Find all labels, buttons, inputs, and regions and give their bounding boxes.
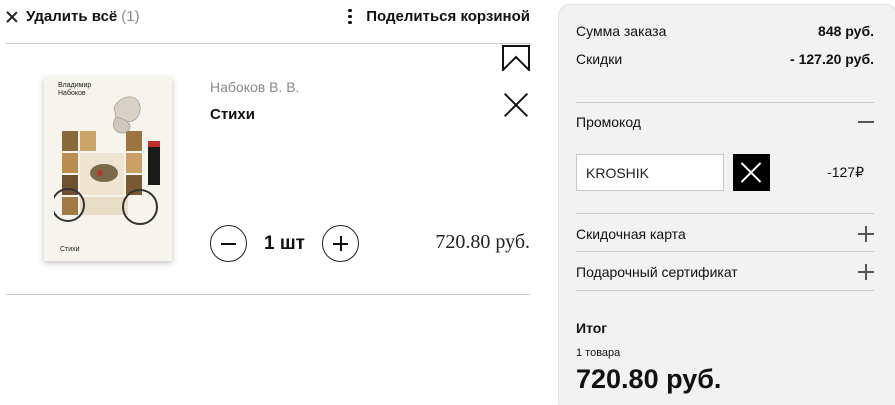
cover-author-text: Владимир Набоков: [58, 82, 92, 97]
more-vertical-icon: [348, 8, 352, 25]
cover-artwork: [51, 89, 168, 239]
share-cart-button[interactable]: Поделиться корзиной: [348, 8, 530, 25]
close-icon: [6, 11, 18, 23]
divider: [576, 290, 874, 291]
divider: [576, 102, 874, 103]
discounts-value: - 127.20 руб.: [790, 51, 874, 67]
quantity-stepper: 1 шт: [210, 225, 359, 262]
order-summary: Сумма заказа 848 руб. Скидки - 127.20 ру…: [558, 4, 895, 405]
delete-all-button[interactable]: Удалить всё (1): [6, 8, 140, 25]
cart-panel: Удалить всё (1) Поделиться корзиной Влад…: [0, 0, 545, 405]
promo-code-input[interactable]: [576, 154, 724, 191]
order-sum-row: Сумма заказа 848 руб.: [576, 23, 874, 39]
order-sum-label: Сумма заказа: [576, 23, 667, 39]
item-price: 720.80 руб.: [435, 231, 530, 253]
remove-item-icon[interactable]: [504, 93, 528, 117]
discounts-label: Скидки: [576, 51, 623, 67]
total-item-count: 1 товара: [576, 347, 621, 359]
order-sum-value: 848 руб.: [818, 23, 874, 39]
cart-item: Владимир Набоков Стихи Набоков В. В. Сти…: [6, 45, 530, 295]
discount-card-label: Скидочная карта: [576, 226, 686, 242]
share-cart-label: Поделиться корзиной: [366, 8, 530, 25]
decrease-quantity-button[interactable]: [210, 225, 247, 262]
increase-quantity-button[interactable]: [322, 225, 359, 262]
total-value: 720.80 руб.: [576, 364, 722, 394]
item-title[interactable]: Стихи: [210, 106, 255, 123]
quantity-value: 1 шт: [264, 232, 305, 254]
delete-all-label: Удалить всё: [26, 8, 118, 25]
promo-label: Промокод: [576, 114, 641, 130]
gift-certificate-toggle[interactable]: Подарочный сертификат: [576, 262, 874, 282]
discount-card-toggle[interactable]: Скидочная карта: [576, 224, 874, 244]
gift-certificate-label: Подарочный сертификат: [576, 264, 738, 280]
divider: [576, 213, 874, 214]
divider: [576, 251, 874, 252]
plus-icon: [858, 226, 874, 242]
bookmark-icon[interactable]: [502, 45, 530, 73]
total-label: Итог: [576, 320, 608, 336]
cart-toolbar: Удалить всё (1) Поделиться корзиной: [6, 0, 530, 44]
delete-all-count: (1): [121, 8, 140, 25]
promo-toggle[interactable]: Промокод: [576, 112, 874, 132]
book-cover[interactable]: Владимир Набоков Стихи: [44, 77, 172, 261]
discounts-row: Скидки - 127.20 руб.: [576, 51, 874, 67]
promo-discount-value: -127₽: [827, 164, 864, 180]
promo-clear-button[interactable]: [733, 154, 770, 191]
item-author[interactable]: Набоков В. В.: [210, 79, 299, 95]
minus-icon: [858, 121, 874, 123]
plus-icon: [858, 264, 874, 280]
cover-title-text: Стихи: [60, 246, 80, 253]
